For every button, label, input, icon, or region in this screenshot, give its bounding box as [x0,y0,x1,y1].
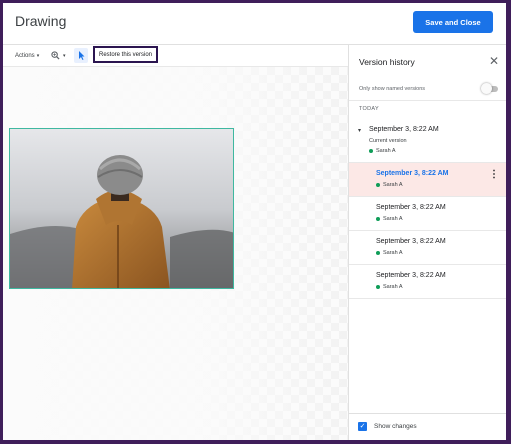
version-user: Sarah A [369,148,396,154]
version-date: September 3, 8:22 AM [376,272,446,279]
version-user-name: Sarah A [383,182,403,188]
caret-down-icon: ▾ [36,52,40,59]
select-tool-button[interactable] [74,48,88,63]
save-and-close-button[interactable]: Save and Close [413,11,493,33]
show-changes-row: ✓ Show changes [349,413,506,440]
drawing-canvas[interactable] [3,67,348,440]
pointer-icon [78,51,84,60]
user-color-dot [376,251,380,255]
user-color-dot [376,285,380,289]
version-date: September 3, 8:22 AM [369,126,439,133]
zoom-menu[interactable]: ▾ [51,45,66,66]
close-icon[interactable]: ✕ [489,55,499,67]
show-changes-checkbox[interactable]: ✓ [358,422,367,431]
window-title: Drawing [15,13,67,29]
caret-down-icon: ▾ [63,52,66,59]
version-user-name: Sarah A [376,148,396,154]
show-changes-label: Show changes [374,423,417,430]
version-user: Sarah A [376,284,403,290]
actions-menu[interactable]: Actions ▾ [15,45,39,66]
version-date: September 3, 8:22 AM [376,170,449,177]
named-versions-label: Only show named versions [359,86,426,92]
drawing-window: Drawing Save and Close Actions ▾ ▾ Resto… [3,3,506,440]
version-item[interactable]: September 3, 8:22 AM Sarah A [349,265,506,299]
toolbar: Actions ▾ ▾ Restore this version [3,45,348,67]
version-user-name: Sarah A [383,284,403,290]
canvas-photo[interactable] [9,128,234,289]
zoom-icon [51,51,60,60]
version-user: Sarah A [376,250,403,256]
version-history-panel: Version history ✕ Only show named versio… [348,45,506,440]
version-item-current[interactable]: ▾ September 3, 8:22 AM Current version S… [349,119,506,163]
header-bar: Drawing Save and Close [3,3,506,45]
version-user: Sarah A [376,216,403,222]
section-label-today: TODAY [359,106,379,112]
version-user-name: Sarah A [383,250,403,256]
version-date: September 3, 8:22 AM [376,204,446,211]
current-version-label: Current version [369,138,407,144]
user-color-dot [376,183,380,187]
named-versions-filter: Only show named versions [349,79,506,101]
version-item-selected[interactable]: September 3, 8:22 AM Sarah A ⋮ [349,163,506,197]
toggle-knob[interactable] [481,83,492,94]
user-color-dot [369,149,373,153]
actions-label: Actions [15,52,35,59]
user-color-dot [376,217,380,221]
version-date: September 3, 8:22 AM [376,238,446,245]
more-options-icon[interactable]: ⋮ [489,170,499,180]
panel-title: Version history [359,57,415,67]
version-item[interactable]: September 3, 8:22 AM Sarah A [349,231,506,265]
version-user: Sarah A [376,182,403,188]
version-user-name: Sarah A [383,216,403,222]
expand-caret-icon[interactable]: ▾ [358,127,361,134]
restore-version-button[interactable]: Restore this version [93,46,158,63]
version-item[interactable]: September 3, 8:22 AM Sarah A [349,197,506,231]
person-photo-image [10,129,233,288]
